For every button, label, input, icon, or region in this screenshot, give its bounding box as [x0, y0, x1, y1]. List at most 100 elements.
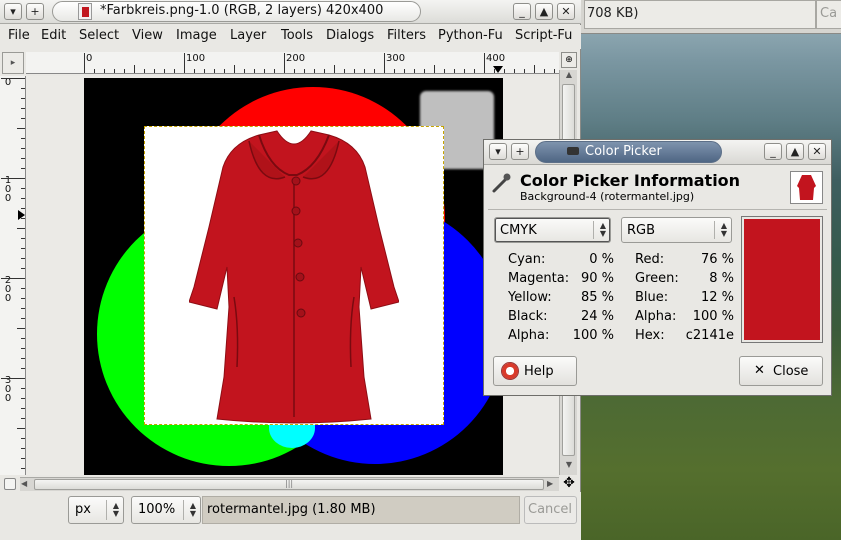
- close-label: Close: [773, 364, 809, 379]
- vruler-tick: [1, 178, 25, 179]
- rgb-value: c2141e: [685, 328, 734, 343]
- cmyk-label: Black:: [508, 309, 548, 324]
- scroll-up-icon[interactable]: ▲: [562, 70, 576, 82]
- menu-select[interactable]: Select: [79, 28, 119, 43]
- menu-edit[interactable]: Edit: [41, 28, 66, 43]
- hruler-tick: [484, 53, 485, 73]
- image-canvas[interactable]: [84, 78, 503, 475]
- horizontal-scrollbar[interactable]: ◀ ||| ▶: [20, 477, 559, 491]
- close-icon[interactable]: ✕: [557, 3, 575, 20]
- vruler-label: 200: [4, 275, 12, 304]
- menu-file[interactable]: File: [8, 28, 30, 43]
- color-mode-select-left[interactable]: CMYK ▲ ▼: [494, 217, 611, 243]
- menu-script-fu[interactable]: Script-Fu: [515, 28, 572, 43]
- scroll-left-icon[interactable]: ◀: [21, 479, 27, 488]
- menubar: File Edit Select View Image Layer Tools …: [0, 25, 581, 49]
- hruler-tick: [94, 69, 95, 73]
- vruler-tick: [17, 328, 25, 329]
- hruler-tick: [154, 69, 155, 73]
- scroll-down-icon[interactable]: ▼: [562, 460, 576, 472]
- vruler-tick: [21, 448, 25, 449]
- vruler-tick: [21, 258, 25, 259]
- minimize-button[interactable]: _: [513, 3, 531, 20]
- scroll-right-icon[interactable]: ▶: [547, 479, 553, 488]
- window-menu-button[interactable]: ▾: [4, 3, 22, 20]
- close-icon[interactable]: ✕: [808, 143, 826, 160]
- zoom-image-icon[interactable]: ⊕: [561, 52, 577, 68]
- color-picker-titlebar[interactable]: ▾ + Color Picker _ ▲ ✕: [484, 140, 831, 165]
- navigate-icon[interactable]: ✥: [561, 476, 577, 492]
- hruler-tick: [374, 69, 375, 73]
- pin-button[interactable]: +: [511, 143, 529, 160]
- menu-python-fu[interactable]: Python-Fu: [438, 28, 503, 43]
- maximize-button[interactable]: ▲: [786, 143, 804, 160]
- vruler-tick: [21, 208, 25, 209]
- hruler-tick: [84, 53, 85, 73]
- hruler-tick: [454, 69, 455, 73]
- maximize-button[interactable]: ▲: [535, 3, 553, 20]
- hruler-tick: [414, 69, 415, 73]
- cancel-button[interactable]: Cancel: [524, 496, 577, 524]
- vruler-tick: [21, 308, 25, 309]
- vertical-ruler[interactable]: 0 100 200 300: [0, 76, 26, 475]
- menu-image[interactable]: Image: [176, 28, 217, 43]
- unit-select[interactable]: px ▲ ▼: [68, 496, 124, 524]
- horizontal-ruler[interactable]: 0 100 200 300 400: [26, 52, 559, 74]
- window-menu-button[interactable]: ▾: [489, 143, 507, 160]
- menu-view[interactable]: View: [132, 28, 163, 43]
- hruler-tick: [284, 53, 285, 73]
- chevron-updown-icon: ▲ ▼: [189, 501, 196, 518]
- vruler-tick: [1, 78, 25, 79]
- help-button[interactable]: Help: [493, 356, 577, 386]
- hruler-tick: [444, 69, 445, 73]
- vruler-label: 0: [4, 77, 12, 88]
- vruler-tick: [21, 158, 25, 159]
- color-swatch: [741, 216, 823, 343]
- vruler-tick: [17, 128, 25, 129]
- cmyk-value: 100 %: [572, 328, 614, 343]
- cmyk-value: 90 %: [580, 271, 614, 286]
- hruler-tick: [304, 69, 305, 73]
- minimize-button[interactable]: _: [764, 143, 782, 160]
- rgb-value: 100 %: [692, 309, 734, 324]
- rgb-label: Blue:: [635, 290, 669, 305]
- hruler-tick: [334, 65, 335, 73]
- menu-tools[interactable]: Tools: [281, 28, 313, 43]
- vruler-tick: [21, 108, 25, 109]
- menu-layer[interactable]: Layer: [230, 28, 266, 43]
- vruler-tick: [21, 438, 25, 439]
- vruler-label: 300: [4, 375, 12, 404]
- image-window-titlebar[interactable]: ▾ + *Farbkreis.png-1.0 (RGB, 2 layers) 4…: [0, 0, 581, 24]
- hruler-tick: [164, 69, 165, 73]
- zoom-select[interactable]: 100% ▲ ▼: [131, 496, 201, 524]
- vruler-tick: [21, 348, 25, 349]
- vruler-tick: [21, 408, 25, 409]
- status-message: rotermantel.jpg (1.80 MB): [202, 496, 520, 524]
- vruler-tick: [21, 458, 25, 459]
- vruler-tick: [21, 338, 25, 339]
- vruler-tick: [21, 318, 25, 319]
- color-mode-select-right[interactable]: RGB ▲ ▼: [621, 217, 732, 243]
- hruler-tick: [244, 69, 245, 73]
- background-window-cancel-button[interactable]: Ca: [816, 0, 841, 29]
- pin-button[interactable]: +: [26, 3, 44, 20]
- background-window-field: 708 KB): [584, 0, 816, 29]
- vruler-tick: [17, 428, 25, 429]
- hruler-tick: [194, 69, 195, 73]
- rgb-label: Green:: [635, 271, 679, 286]
- vruler-tick: [21, 368, 25, 369]
- ruler-menu-button[interactable]: ▸: [2, 52, 24, 74]
- menu-dialogs[interactable]: Dialogs: [326, 28, 374, 43]
- hruler-tick: [214, 69, 215, 73]
- close-x-icon: ✕: [754, 363, 765, 378]
- hruler-tick: [114, 69, 115, 73]
- hruler-tick: [504, 69, 505, 73]
- quick-mask-toggle[interactable]: [4, 478, 16, 490]
- close-button[interactable]: ✕ Close: [739, 356, 823, 386]
- menu-filters[interactable]: Filters: [387, 28, 426, 43]
- zoom-value: 100%: [138, 502, 176, 517]
- coat-layer[interactable]: [144, 126, 444, 425]
- hruler-label: 400: [486, 53, 506, 64]
- hruler-tick: [364, 69, 365, 73]
- window-title: *Farbkreis.png-1.0 (RGB, 2 layers) 420x4…: [100, 3, 384, 18]
